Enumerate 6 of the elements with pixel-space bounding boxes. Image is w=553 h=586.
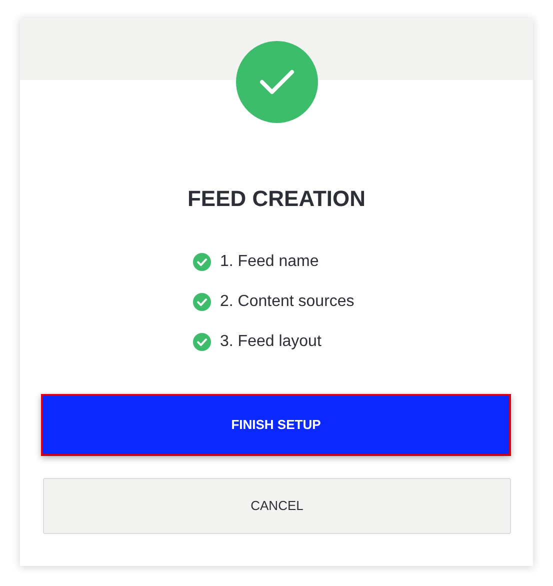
step-label: 3. Feed layout bbox=[220, 332, 322, 352]
step-label: 2. Content sources bbox=[220, 292, 354, 312]
step-label: 1. Feed name bbox=[220, 252, 319, 272]
cancel-button[interactable]: CANCEL bbox=[43, 478, 511, 534]
finish-button[interactable]: FINISH SETUP bbox=[41, 394, 511, 456]
dialog-title: FEED CREATION bbox=[186, 185, 367, 213]
